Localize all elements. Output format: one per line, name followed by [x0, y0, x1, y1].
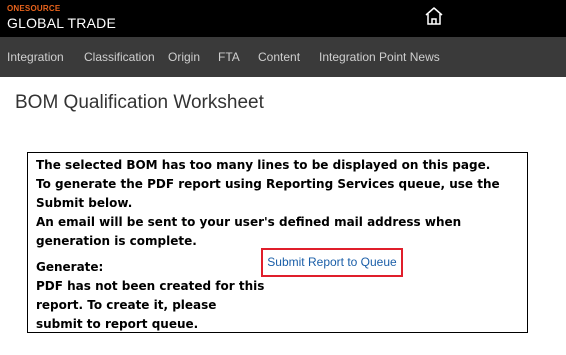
brand-global-trade: GLOBAL TRADE	[7, 15, 116, 31]
notice-box: The selected BOM has too many lines to b…	[27, 152, 528, 333]
notice-line-email: An email will be sent to your user's def…	[36, 215, 462, 248]
home-icon[interactable]	[422, 4, 446, 28]
page-title: BOM Qualification Worksheet	[15, 92, 264, 113]
top-header-bar: ONESOURCE GLOBAL TRADE	[0, 0, 566, 37]
nav-integration[interactable]: Integration	[7, 37, 64, 77]
pdf-status-note: PDF has not been created for this report…	[36, 279, 265, 331]
brand-onesource: ONESOURCE	[7, 4, 61, 13]
nav-integration-point-news[interactable]: Integration Point News	[319, 37, 440, 77]
nav-origin[interactable]: Origin	[168, 37, 200, 77]
main-nav: Integration Classification Origin FTA Co…	[0, 37, 566, 77]
nav-classification[interactable]: Classification	[84, 37, 155, 77]
submit-report-to-queue-link[interactable]: Submit Report to Queue	[261, 248, 403, 277]
generate-label: Generate:	[36, 260, 104, 274]
nav-fta[interactable]: FTA	[218, 37, 240, 77]
notice-line-generate-pdf: To generate the PDF report using Reporti…	[36, 177, 500, 210]
nav-content[interactable]: Content	[258, 37, 300, 77]
notice-line-too-many: The selected BOM has too many lines to b…	[36, 158, 491, 172]
